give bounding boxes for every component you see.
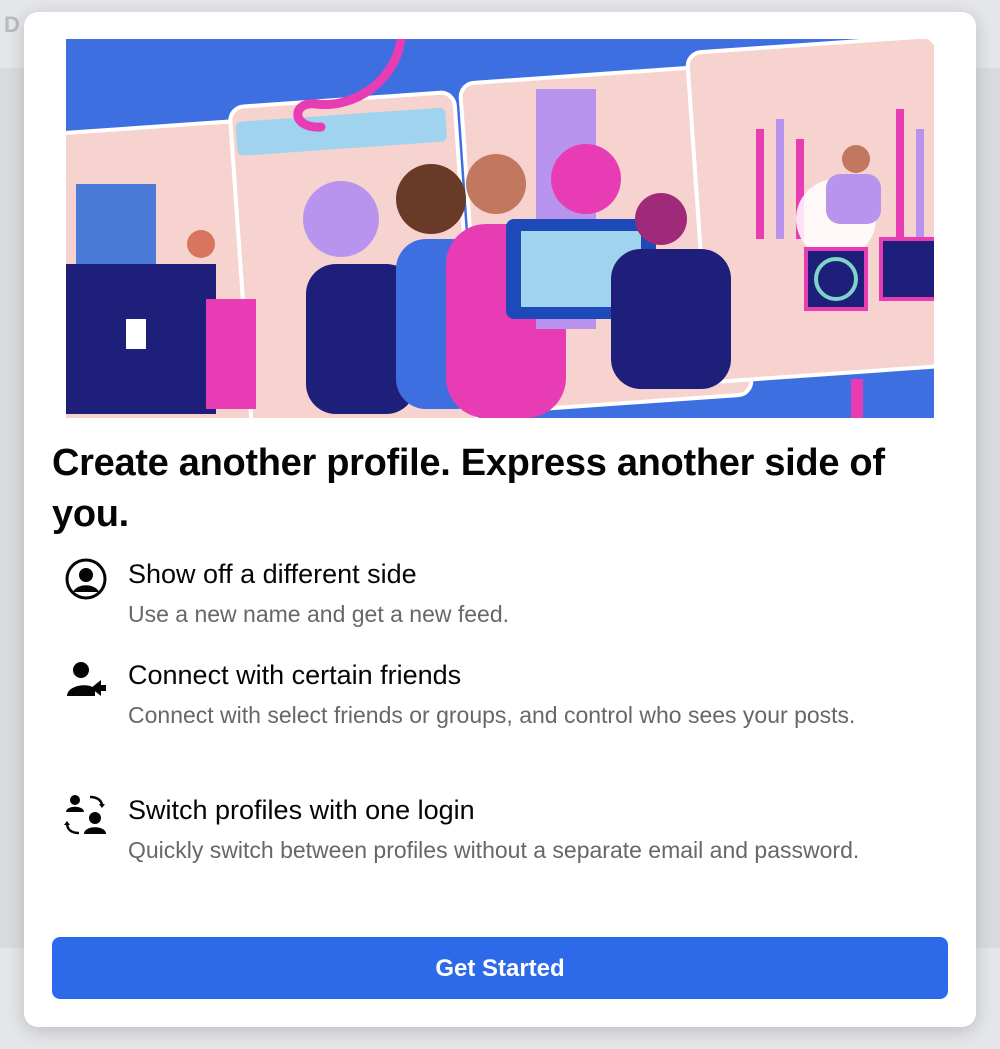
person-share-icon <box>64 658 108 702</box>
feature-heading: Connect with certain friends <box>128 660 462 690</box>
background-page-text: D <box>4 12 20 37</box>
hero-illustration <box>66 39 934 418</box>
feature-heading: Show off a different side <box>128 559 417 589</box>
switch-profiles-icon <box>64 793 108 837</box>
feature-description: Connect with select friends or groups, a… <box>128 702 856 728</box>
feature-description: Use a new name and get a new feed. <box>128 601 510 627</box>
feature-description: Quickly switch between profiles without … <box>128 837 860 863</box>
profile-circle-icon <box>64 557 108 601</box>
get-started-button[interactable]: Get Started <box>52 937 948 999</box>
dialog-title: Create another profile. Express another … <box>52 442 885 535</box>
create-profile-dialog: Create another profile. Express another … <box>24 12 976 1027</box>
feature-heading: Switch profiles with one login <box>128 795 475 825</box>
